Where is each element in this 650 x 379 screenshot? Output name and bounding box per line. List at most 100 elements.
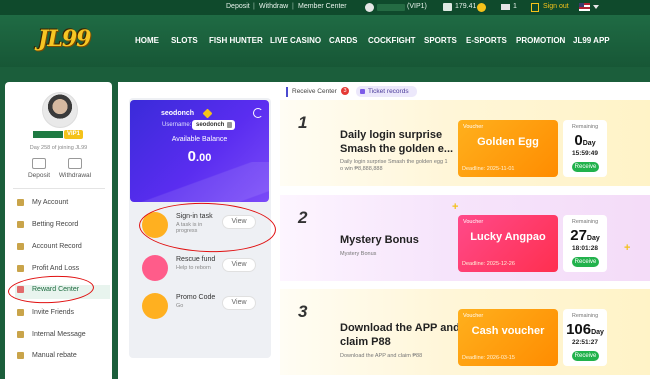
receive-button[interactable]: Receive xyxy=(572,257,599,267)
withdraw-link[interactable]: Withdraw xyxy=(259,3,288,10)
top-bar: Deposit | Withdraw | Member Center (VIP1… xyxy=(0,0,650,15)
voucher-name: Cash voucher xyxy=(471,325,545,337)
sign-out-link[interactable]: Sign out xyxy=(543,3,569,10)
balance-int: 0 xyxy=(187,148,197,165)
sidebar-item-manual-rebate[interactable]: Manual rebate xyxy=(15,351,110,365)
nav-cards[interactable]: CARDS xyxy=(329,36,357,45)
reward-card: 1 Daily login surprise Smash the golden … xyxy=(280,100,650,186)
sparkle-icon: + xyxy=(624,242,631,254)
remaining-days: 106Day xyxy=(563,321,607,338)
nav-cockfight[interactable]: COCKFIGHT xyxy=(368,36,416,45)
balance-amount: 0.00 xyxy=(130,148,269,165)
topbar-separator: | xyxy=(292,3,294,10)
sidebar-item-invite-friends[interactable]: Invite Friends xyxy=(15,308,110,322)
vip-badge: VIP1 xyxy=(64,130,83,139)
redacted-username xyxy=(33,131,63,138)
nav-jl99-app[interactable]: JL99 APP xyxy=(573,36,610,45)
voucher-card: Voucher Lucky Angpao Deadline: 2025-12-2… xyxy=(458,215,558,272)
reward-card: 3 Download the APP and claim P88 Downloa… xyxy=(280,289,650,375)
sidebar-item-label: Account Record xyxy=(32,243,82,250)
site-logo[interactable]: JL99 xyxy=(38,26,108,54)
task-title: Rescue fund xyxy=(176,256,216,263)
withdrawal-icon xyxy=(68,158,82,169)
voucher-card: Voucher Golden Egg Deadline: 2025-11-01 xyxy=(458,120,558,177)
remaining-box: Remaining 27Day 18:01:28 Receive xyxy=(563,215,607,272)
task-subtitle: Help to reborn xyxy=(176,265,211,271)
available-balance-label: Available Balance xyxy=(171,136,228,143)
sidebar-item-account-record[interactable]: Account Record xyxy=(15,242,110,256)
divider xyxy=(13,188,105,189)
voucher-label: Voucher xyxy=(463,219,484,225)
reward-description: Daily login surprise Smash the golden eg… xyxy=(340,159,448,172)
withdrawal-label: Withdrawal xyxy=(58,172,92,179)
receive-button[interactable]: Receive xyxy=(572,162,599,172)
voucher-label: Voucher xyxy=(463,124,484,130)
sidebar-item-internal-message[interactable]: Internal Message xyxy=(15,330,110,344)
message-icon xyxy=(17,331,24,338)
refresh-icon[interactable] xyxy=(253,108,263,118)
nav-fish-hunter[interactable]: FISH HUNTER xyxy=(209,36,263,45)
sidebar-item-label: Invite Friends xyxy=(32,309,75,316)
sidebar-item-my-account[interactable]: My Account xyxy=(15,198,110,212)
reward-description: Download the APP and claim ₱88 xyxy=(340,353,423,359)
tab-ticket-records[interactable]: Ticket records xyxy=(356,86,417,97)
vip-tag: (VIP1) xyxy=(407,3,427,10)
ledger-icon xyxy=(17,243,24,250)
nav-home[interactable]: HOME xyxy=(135,36,159,45)
days-value: 106 xyxy=(566,321,592,338)
remaining-time: 18:01:28 xyxy=(571,245,599,252)
sparkle-icon: + xyxy=(452,201,459,213)
username-label: Username: xyxy=(162,122,192,128)
task-rescue-fund: Rescue fund Help to reborn View xyxy=(134,251,266,287)
view-button[interactable]: View xyxy=(222,296,256,310)
nav-slots[interactable]: SLOTS xyxy=(171,36,198,45)
receive-count-badge: 3 xyxy=(341,87,349,95)
remaining-box: Remaining 106Day 22:51:27 Receive xyxy=(563,309,607,366)
nav-live-casino[interactable]: LIVE CASINO xyxy=(270,36,321,45)
record-icon xyxy=(17,221,24,228)
invite-icon xyxy=(17,309,24,316)
remaining-time: 22:51:27 xyxy=(571,339,599,346)
balance-amount: 179.41 xyxy=(455,3,477,10)
nav-esports[interactable]: E-SPORTS xyxy=(466,36,507,45)
balance-card: seodonch Username: seodonch Available Ba… xyxy=(130,100,269,202)
deposit-link[interactable]: Deposit xyxy=(226,3,250,10)
tab-receive-center[interactable]: Receive Center xyxy=(286,87,348,97)
view-button[interactable]: View xyxy=(222,258,256,272)
nav-sports[interactable]: SPORTS xyxy=(424,36,457,45)
reward-number: 2 xyxy=(298,208,308,227)
receive-button[interactable]: Receive xyxy=(572,351,599,361)
member-center-link[interactable]: Member Center xyxy=(298,3,347,10)
user-icon xyxy=(17,199,24,206)
chevron-down-icon[interactable] xyxy=(593,5,599,9)
voucher-name: Lucky Angpao xyxy=(470,231,546,243)
days-value: 0 xyxy=(574,132,583,149)
reward-title: Download the APP and claim P88 xyxy=(340,322,460,348)
nav-promotion[interactable]: PROMOTION xyxy=(516,36,565,45)
remaining-time: 15:59:49 xyxy=(571,150,599,157)
remaining-days: 0Day xyxy=(563,132,607,149)
edit-icon[interactable] xyxy=(202,108,213,119)
voucher-card: Voucher Cash voucher Deadline: 2026-03-1… xyxy=(458,309,558,366)
balance-username: seodonch xyxy=(161,110,195,117)
voucher-name: Golden Egg xyxy=(477,136,539,148)
sidebar-item-label: Manual rebate xyxy=(32,352,77,359)
message-count: 1 xyxy=(513,3,517,10)
sidebar-item-label: My Account xyxy=(32,199,69,206)
sidebar-item-label: Profit And Loss xyxy=(32,265,80,272)
wallet-icon xyxy=(443,3,452,11)
deposit-button[interactable]: Deposit xyxy=(19,158,59,179)
day-unit: Day xyxy=(582,140,596,147)
avatar xyxy=(42,92,78,128)
mail-icon[interactable] xyxy=(501,4,510,10)
voucher-label: Voucher xyxy=(463,313,484,319)
username-chip[interactable]: seodonch xyxy=(192,120,236,130)
refresh-balance-icon[interactable] xyxy=(477,3,486,12)
reward-description: Mystery Bonus xyxy=(340,251,377,257)
sidebar-item-betting-record[interactable]: Betting Record xyxy=(15,220,110,234)
withdrawal-button[interactable]: Withdrawal xyxy=(55,158,95,179)
chart-icon xyxy=(17,265,24,272)
membership-days: Day 258 of joining JL99 xyxy=(29,145,88,151)
us-flag-icon[interactable] xyxy=(579,3,590,11)
reward-title: Daily login surprise Smash the golden e.… xyxy=(340,129,454,155)
